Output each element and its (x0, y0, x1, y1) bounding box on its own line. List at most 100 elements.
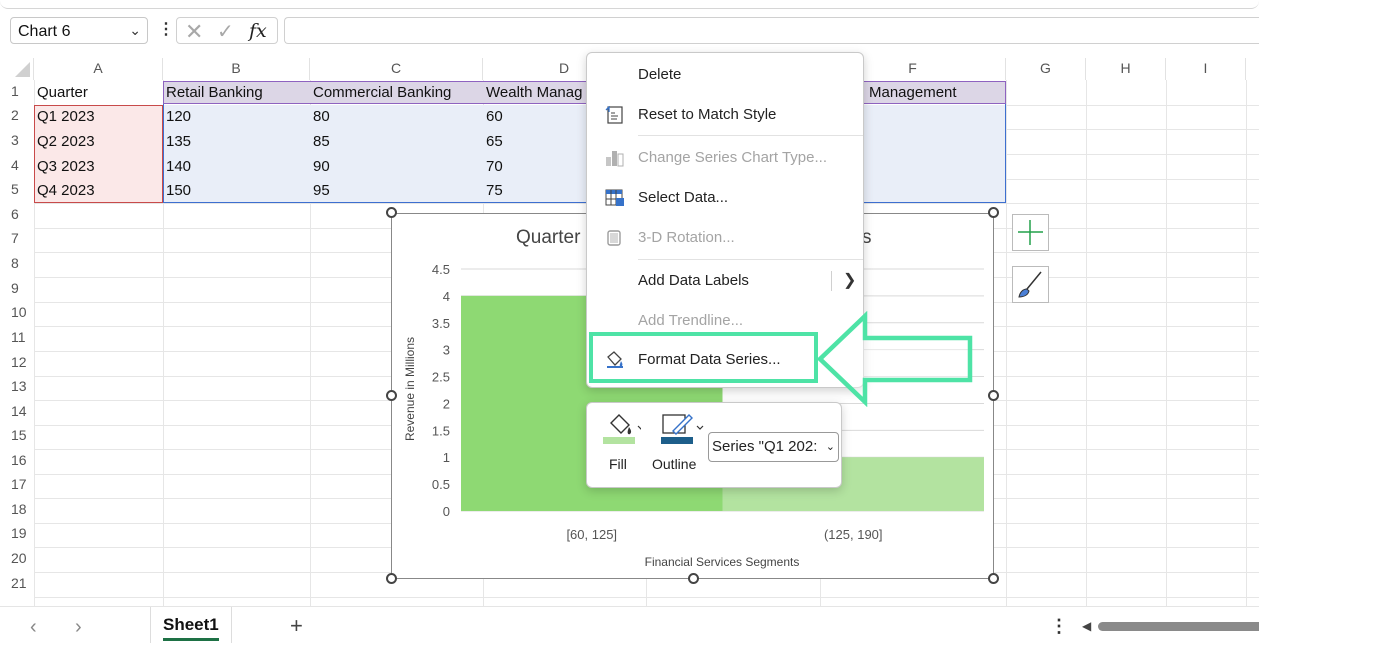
row-header[interactable]: 9 (0, 280, 34, 296)
cell-a4[interactable]: Q3 2023 (34, 155, 163, 179)
cell-a5[interactable]: Q4 2023 (34, 179, 163, 203)
chevron-down-icon[interactable]: ⌄ (825, 433, 835, 461)
column-header-g[interactable]: G (1006, 58, 1086, 80)
row-header[interactable]: 16 (0, 452, 34, 468)
column-header-a[interactable]: A (34, 58, 163, 80)
outline-button[interactable] (659, 411, 709, 449)
grid-line (1006, 80, 1007, 606)
y-axis-title[interactable]: Revenue in Millions (403, 319, 417, 459)
cell-c2[interactable]: 80 (310, 105, 483, 129)
menu-item-reset-style[interactable]: Reset to Match Style (587, 97, 863, 133)
cell-b2[interactable]: 120 (163, 105, 310, 129)
cell-d5[interactable]: 75 (483, 179, 583, 203)
chart-type-icon (606, 151, 624, 167)
row-header[interactable]: 4 (0, 157, 34, 173)
chevron-right-icon[interactable]: ❯ (843, 263, 856, 299)
menu-item-label: 3-D Rotation... (638, 229, 735, 246)
row-header[interactable]: 8 (0, 255, 34, 271)
cell-b1[interactable]: Retail Banking (163, 81, 310, 105)
enter-icon[interactable]: ✓ (217, 19, 234, 44)
sheet-tab-bar: ‹ › Sheet1 + ⋮ ◀ (0, 606, 1259, 647)
resize-handle[interactable] (386, 207, 397, 218)
cell-b5[interactable]: 150 (163, 179, 310, 203)
chart-styles-button[interactable] (1012, 266, 1049, 303)
row-header[interactable]: 14 (0, 403, 34, 419)
name-box[interactable]: Chart 6 ⌄ (10, 17, 148, 44)
menu-item-select-data[interactable]: Select Data... (587, 180, 863, 216)
row-header[interactable]: 15 (0, 427, 34, 443)
resize-handle[interactable] (688, 573, 699, 584)
cell-d2[interactable]: 60 (483, 105, 583, 129)
menu-item-label: Delete (638, 66, 682, 83)
chart-elements-button[interactable] (1012, 214, 1049, 251)
row-header[interactable]: 17 (0, 476, 34, 492)
row-header[interactable]: 7 (0, 230, 34, 246)
fill-button[interactable] (601, 411, 651, 449)
select-all-corner[interactable] (0, 58, 34, 80)
more-options-icon[interactable]: ⋮ (1050, 616, 1068, 637)
submenu-divider-line (831, 271, 832, 291)
sheet-tab-sheet1[interactable]: Sheet1 (150, 607, 232, 643)
scroll-right-icon[interactable]: › (75, 616, 82, 639)
column-header-h[interactable]: H (1086, 58, 1166, 80)
cell-c1[interactable]: Commercial Banking (310, 81, 483, 105)
select-data-icon (605, 189, 624, 206)
column-header-b[interactable]: B (163, 58, 310, 80)
row-header[interactable]: 11 (0, 329, 34, 345)
scroll-left-arrow-icon[interactable]: ◀ (1082, 619, 1091, 633)
cell-b4[interactable]: 140 (163, 155, 310, 179)
cell-c3[interactable]: 85 (310, 130, 483, 154)
paint-bucket-icon (603, 414, 645, 444)
row-header[interactable]: 20 (0, 550, 34, 566)
cell-d1[interactable]: Wealth Manag (483, 81, 593, 105)
menu-item-delete[interactable]: Delete (587, 57, 863, 93)
cell-d3[interactable]: 65 (483, 130, 583, 154)
horizontal-scrollbar[interactable] (1098, 622, 1259, 631)
fill-label: Fill (609, 456, 627, 472)
more-options-icon[interactable]: ⋮ (158, 19, 174, 39)
resize-handle[interactable] (988, 390, 999, 401)
row-header[interactable]: 3 (0, 132, 34, 148)
row-header[interactable]: 18 (0, 501, 34, 517)
menu-item-add-data-labels[interactable]: Add Data Labels ❯ (587, 263, 863, 299)
chevron-down-icon[interactable]: ⌄ (129, 22, 141, 39)
row-header[interactable]: 13 (0, 378, 34, 394)
formula-input[interactable] (284, 17, 1259, 44)
series-select[interactable]: Series "Q1 202: ⌄ (708, 432, 839, 462)
column-header-i[interactable]: I (1166, 58, 1246, 80)
resize-handle[interactable] (988, 573, 999, 584)
insert-function-button[interactable]: fx (249, 20, 267, 42)
cell-d4[interactable]: 70 (483, 155, 583, 179)
menu-item-label: Reset to Match Style (638, 106, 777, 123)
cell-a2[interactable]: Q1 2023 (34, 105, 163, 129)
scroll-left-icon[interactable]: ‹ (30, 616, 37, 639)
cell-a1[interactable]: Quarter (34, 81, 163, 105)
resize-handle[interactable] (386, 390, 397, 401)
cancel-icon[interactable]: ✕ (185, 19, 203, 45)
cell-b3[interactable]: 135 (163, 130, 310, 154)
row-header[interactable]: 10 (0, 304, 34, 320)
cell-c4[interactable]: 90 (310, 155, 483, 179)
y-tick-label: 1.5 (432, 423, 450, 438)
column-header-c[interactable]: C (310, 58, 483, 80)
row-header[interactable]: 2 (0, 107, 34, 123)
cell-a3[interactable]: Q2 2023 (34, 130, 163, 154)
cell-c5[interactable]: 95 (310, 179, 483, 203)
menu-item-label: Select Data... (638, 189, 729, 206)
resize-handle[interactable] (988, 207, 999, 218)
row-header[interactable]: 6 (0, 206, 34, 222)
resize-handle[interactable] (386, 573, 397, 584)
row-header[interactable]: 19 (0, 525, 34, 541)
row-header[interactable]: 1 (0, 83, 34, 99)
row-header[interactable]: 21 (0, 575, 34, 591)
cell-f1[interactable]: Management (866, 81, 1006, 105)
add-sheet-button[interactable]: + (290, 613, 303, 639)
menu-item-change-chart-type[interactable]: Change Series Chart Type... (587, 140, 863, 176)
row-header[interactable]: 12 (0, 354, 34, 370)
y-tick-label: 0 (443, 504, 450, 519)
x-axis-title[interactable]: Financial Services Segments (592, 555, 852, 569)
row-header[interactable]: 5 (0, 181, 34, 197)
sheet-tab-label: Sheet1 (163, 615, 219, 634)
reset-style-icon (605, 106, 623, 124)
menu-item-3d-rotation[interactable]: 3-D Rotation... (587, 220, 863, 256)
